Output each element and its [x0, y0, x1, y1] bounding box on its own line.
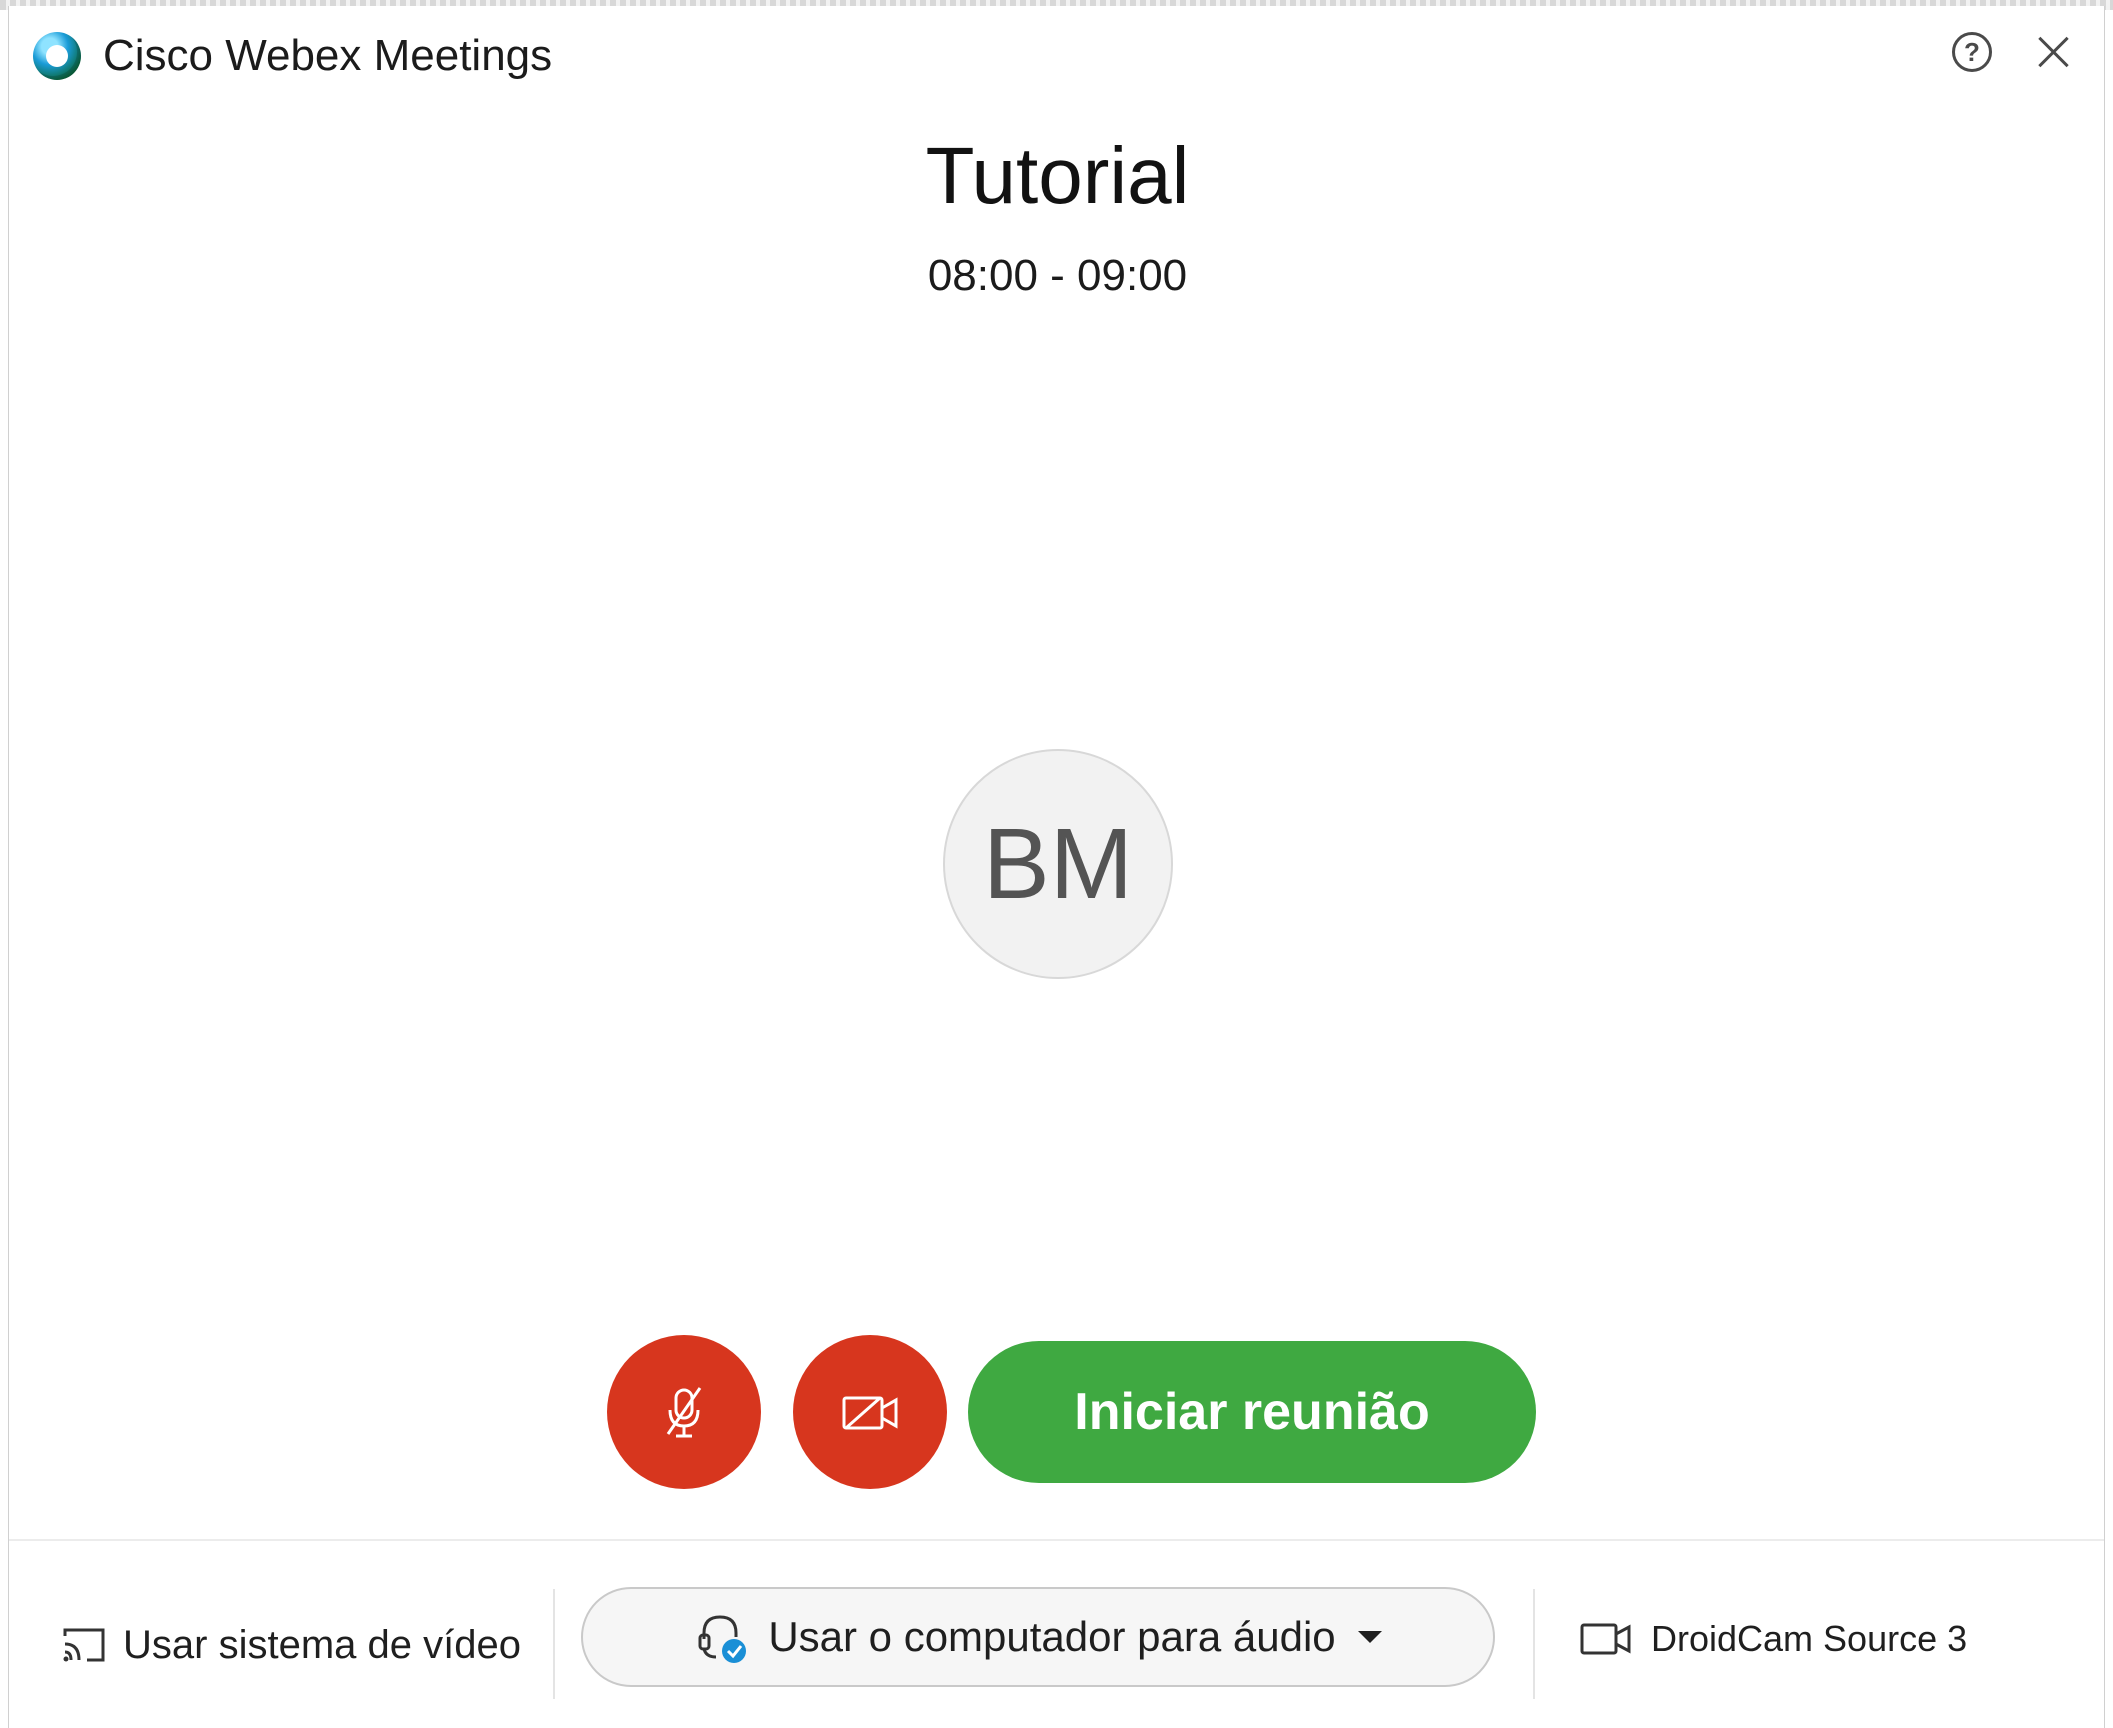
camera-icon [1580, 1623, 1631, 1655]
title-bar: Cisco Webex Meetings ? [9, 6, 2104, 96]
headset-check-icon [698, 1615, 747, 1663]
avatar: BM [943, 749, 1173, 979]
audio-connection-dropdown[interactable]: Usar o computador para áudio [581, 1587, 1495, 1687]
caret-down-icon [1357, 1631, 1382, 1643]
footer-separator [553, 1589, 555, 1699]
webex-logo-icon [33, 32, 81, 80]
app-title: Cisco Webex Meetings [103, 31, 553, 80]
camera-source-label: DroidCam Source 3 [1651, 1618, 1968, 1659]
mute-button[interactable] [607, 1335, 761, 1489]
camera-off-icon [842, 1396, 898, 1430]
audio-connection-label: Usar o computador para áudio [768, 1613, 1336, 1660]
camera-source-button[interactable]: DroidCam Source 3 [1579, 1609, 1967, 1669]
cast-icon [63, 1628, 105, 1662]
start-meeting-button[interactable]: Iniciar reunião [968, 1341, 1536, 1483]
meeting-time: 08:00 - 09:00 [927, 251, 1188, 300]
close-icon[interactable] [2031, 30, 2075, 74]
video-button[interactable] [793, 1335, 947, 1489]
footer: Usar sistema de vídeo Usar o computador … [9, 1541, 2104, 1728]
microphone-muted-icon [666, 1387, 702, 1438]
footer-separator [1533, 1589, 1535, 1699]
screen: Cisco Webex Meetings ? Tutorial 08:00 - … [0, 0, 2113, 1728]
video-system-label: Usar sistema de vídeo [123, 1622, 521, 1667]
webex-dialog: Cisco Webex Meetings ? Tutorial 08:00 - … [8, 6, 2105, 1728]
meeting-title: Tutorial [925, 131, 1190, 220]
help-icon[interactable]: ? [1952, 32, 1992, 72]
video-system-button[interactable]: Usar sistema de vídeo [61, 1615, 521, 1675]
